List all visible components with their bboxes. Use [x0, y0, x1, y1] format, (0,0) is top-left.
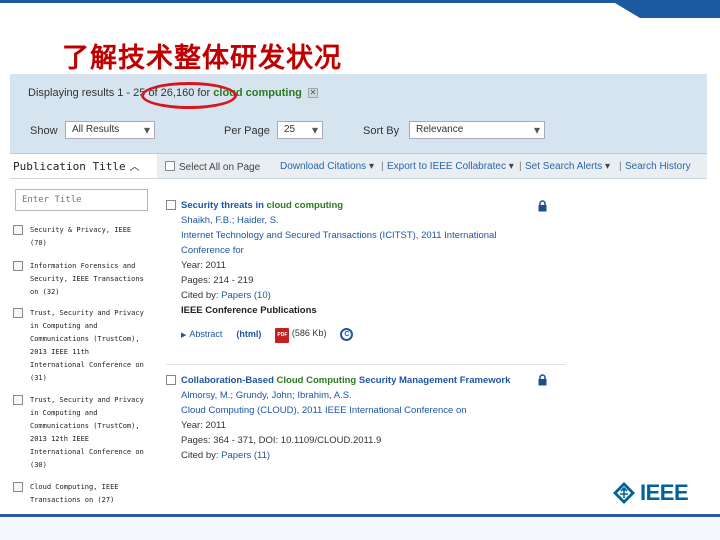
search-alerts-button[interactable]: Set Search Alerts ▾: [525, 161, 610, 172]
result-actions: ▶ Abstract (html) PDF (586 Kb) C: [181, 326, 546, 343]
slide-top-bar: [0, 0, 720, 18]
sort-value: Relevance: [416, 124, 464, 135]
show-select[interactable]: All Results ▾: [65, 121, 155, 139]
result-item: Collaboration-Based Cloud Computing Secu…: [166, 373, 551, 463]
filter-item[interactable]: Information Forensics and Security, IEEE…: [13, 260, 158, 299]
title-text: Security Management Framework: [356, 375, 511, 386]
result-pages: Pages: 364 - 371, DOI: 10.1109/CLOUD.201…: [181, 435, 382, 446]
checkbox[interactable]: [13, 261, 23, 271]
title-highlight: Cloud Computing: [276, 375, 357, 386]
result-venue[interactable]: Cloud Computing (CLOUD), 2011 IEEE Inter…: [181, 403, 551, 418]
divider: |: [381, 161, 384, 172]
filter-item-label: Security & Privacy, IEEE (70): [30, 226, 132, 247]
abstract-label: Abstract: [189, 328, 223, 339]
result-title-link[interactable]: Collaboration-Based Cloud Computing Secu…: [181, 373, 551, 388]
download-citations-button[interactable]: Download Citations ▾: [280, 161, 374, 172]
chevron-down-icon: ▾: [311, 123, 318, 137]
highlight-ring: [141, 82, 237, 109]
title-text: Security threats in: [181, 200, 267, 211]
slide-title: 了解技术整体研发状况: [62, 43, 342, 74]
html-link[interactable]: (html): [236, 327, 261, 342]
search-header: Displaying results 1 - 25 of 26,160 for …: [10, 74, 707, 154]
export-collabratec-button[interactable]: Export to IEEE Collabratec ▾: [387, 161, 514, 172]
lock-icon: [538, 374, 547, 386]
filter-item[interactable]: Trust, Security and Privacy in Computing…: [13, 307, 158, 385]
caret-down-icon: ▾: [605, 161, 611, 172]
ieee-logo: IEEE: [612, 480, 689, 506]
triangle-right-icon: ▶: [181, 331, 187, 339]
divider: [166, 364, 566, 365]
show-label: Show: [30, 125, 58, 137]
checkbox[interactable]: [166, 200, 176, 210]
filter-item-label: Trust, Security and Privacy in Computing…: [30, 309, 144, 382]
result-authors[interactable]: Almorsy, M.; Grundy, John; Ibrahim, A.S.: [181, 388, 551, 403]
result-year: Year: 2011: [181, 420, 226, 431]
copyright-icon[interactable]: C: [340, 328, 354, 341]
search-history-link[interactable]: Search History: [625, 161, 691, 172]
ieee-xplore-screenshot: Displaying results 1 - 25 of 26,160 for …: [10, 74, 707, 510]
pdf-link[interactable]: PDF (586 Kb): [275, 326, 326, 343]
filter-item-label: Information Forensics and Security, IEEE…: [30, 262, 144, 296]
chevron-down-icon: ▾: [533, 123, 540, 137]
ieee-diamond-icon: [613, 482, 635, 504]
result-pages: Pages: 214 - 219: [181, 275, 254, 286]
show-select-value: All Results: [72, 124, 120, 135]
title-filter-input[interactable]: [15, 189, 148, 211]
per-page-select[interactable]: 25 ▾: [277, 121, 323, 139]
select-all[interactable]: Select All on Page: [165, 161, 260, 173]
result-cited-by: Cited by: Papers (10): [181, 288, 546, 303]
pdf-size: (586 Kb): [291, 328, 327, 338]
title-text: Collaboration-Based: [181, 375, 277, 386]
filter-item[interactable]: Security & Privacy, IEEE (70): [13, 224, 158, 250]
result-item: Security threats in cloud computing Shai…: [166, 198, 546, 343]
cited-by-link[interactable]: Papers (11): [221, 450, 270, 461]
per-page-value: 25: [284, 124, 296, 135]
filter-item-label: Trust, Security and Privacy in Computing…: [30, 396, 144, 469]
checkbox[interactable]: [13, 225, 23, 235]
sort-select[interactable]: Relevance ▾: [409, 121, 545, 139]
chevron-up-icon: ︿: [129, 162, 140, 173]
checkbox[interactable]: [13, 308, 23, 318]
filter-item[interactable]: Cloud Computing, IEEE Transactions on (2…: [13, 481, 158, 507]
result-year: Year: 2011: [181, 260, 226, 271]
ieee-wordmark: IEEE: [640, 480, 689, 505]
chevron-down-icon: ▾: [143, 123, 150, 137]
divider: |: [519, 161, 522, 172]
checkbox[interactable]: [13, 395, 23, 405]
cited-by-link[interactable]: Papers (10): [221, 290, 271, 301]
per-page-label: Per Page: [224, 125, 270, 137]
divider: [10, 178, 160, 179]
filter-item[interactable]: Trust, Security and Privacy in Computing…: [13, 394, 158, 472]
cited-label: Cited by:: [181, 450, 222, 461]
divider: |: [619, 161, 622, 172]
result-title-link[interactable]: Security threats in cloud computing: [181, 198, 546, 213]
result-venue[interactable]: Internet Technology and Secured Transact…: [181, 228, 546, 258]
results-toolbar: Select All on Page Download Citations ▾ …: [157, 154, 707, 179]
export-label: Export to IEEE Collabratec: [387, 161, 506, 172]
filter-header-label: Publication Title: [13, 160, 126, 173]
result-authors[interactable]: Shaikh, F.B.; Haider, S.: [181, 213, 546, 228]
abstract-toggle[interactable]: ▶ Abstract: [181, 327, 222, 343]
cited-label: Cited by:: [181, 290, 222, 301]
caret-down-icon: ▾: [508, 161, 514, 172]
sort-label: Sort By: [363, 125, 400, 137]
caret-down-icon: ▾: [368, 161, 374, 172]
title-highlight: cloud computing: [266, 200, 344, 211]
checkbox[interactable]: [166, 375, 176, 385]
slide-bottom-band: [0, 517, 720, 540]
checkbox[interactable]: [13, 482, 23, 492]
lock-icon: [538, 200, 547, 212]
close-icon[interactable]: ✕: [307, 88, 318, 99]
download-label: Download Citations: [280, 161, 367, 172]
alerts-label: Set Search Alerts: [525, 161, 603, 172]
checkbox[interactable]: [165, 161, 175, 171]
select-all-label: Select All on Page: [179, 162, 261, 173]
publication-title-filter-header[interactable]: Publication Title ︿: [13, 158, 158, 173]
result-cited-by: Cited by: Papers (11): [181, 448, 551, 463]
result-publication-type: IEEE Conference Publications: [181, 305, 317, 316]
filter-item-label: Cloud Computing, IEEE Transactions on (2…: [30, 483, 119, 504]
pdf-icon: PDF: [275, 328, 290, 343]
